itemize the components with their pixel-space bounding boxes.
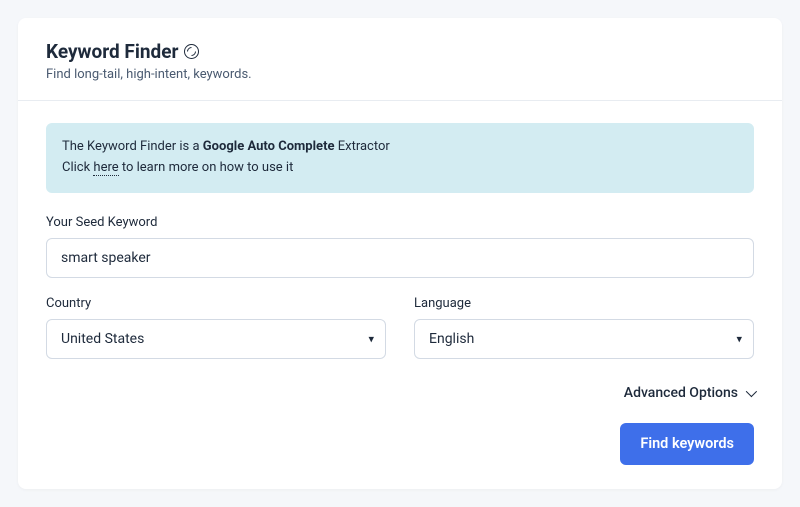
action-row: Find keywords [46, 423, 754, 465]
find-keywords-button[interactable]: Find keywords [620, 423, 754, 465]
chevron-down-icon [746, 386, 757, 397]
card-body: The Keyword Finder is a Google Auto Comp… [18, 101, 782, 489]
page-subtitle: Find long-tail, high-intent, keywords. [46, 67, 754, 82]
info-text: Click [62, 160, 93, 175]
advanced-row: Advanced Options [46, 385, 754, 401]
seed-keyword-input[interactable] [46, 238, 754, 278]
seed-keyword-group: Your Seed Keyword [46, 215, 754, 278]
seed-keyword-label: Your Seed Keyword [46, 215, 754, 230]
language-label: Language [414, 296, 754, 311]
keyword-finder-card: Keyword Finder Find long-tail, high-inte… [18, 18, 782, 489]
compass-icon [184, 44, 199, 59]
info-line-2: Click here to learn more on how to use i… [62, 158, 738, 179]
card-header: Keyword Finder Find long-tail, high-inte… [18, 18, 782, 100]
title-row: Keyword Finder [46, 40, 754, 63]
language-select[interactable]: English [414, 319, 754, 359]
info-text: The Keyword Finder is a [62, 139, 203, 154]
country-label: Country [46, 296, 386, 311]
advanced-options-label: Advanced Options [624, 385, 738, 401]
info-bold: Google Auto Complete [203, 139, 335, 154]
info-banner: The Keyword Finder is a Google Auto Comp… [46, 123, 754, 193]
country-select[interactable]: United States [46, 319, 386, 359]
language-group: Language English ▾ [414, 296, 754, 359]
info-text: Extractor [335, 139, 390, 154]
country-group: Country United States ▾ [46, 296, 386, 359]
learn-more-link[interactable]: here [93, 160, 118, 176]
selects-row: Country United States ▾ Language English… [46, 296, 754, 359]
info-text: to learn more on how to use it [119, 160, 294, 175]
page-title: Keyword Finder [46, 40, 178, 63]
info-line-1: The Keyword Finder is a Google Auto Comp… [62, 137, 738, 158]
advanced-options-toggle[interactable]: Advanced Options [624, 385, 754, 401]
